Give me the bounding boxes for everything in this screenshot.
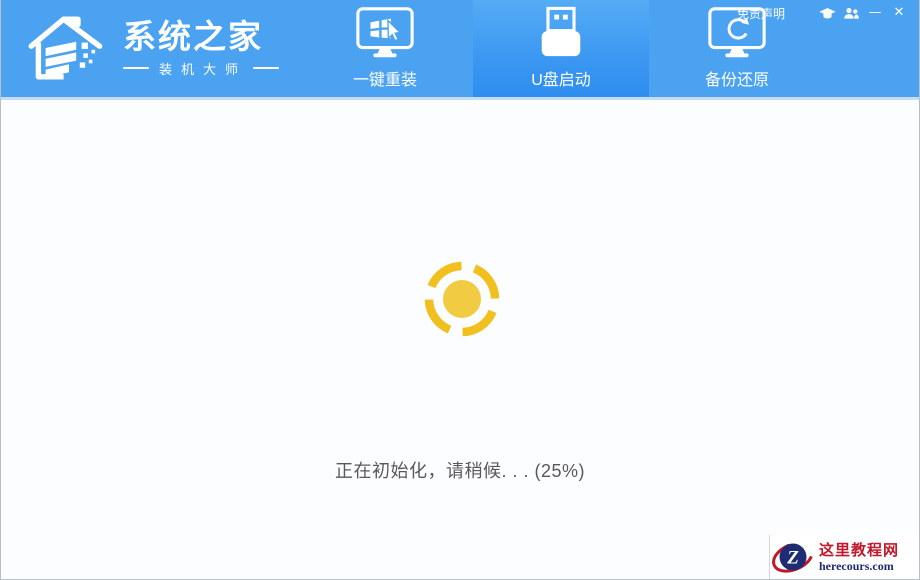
logo-title: 系统之家 <box>123 19 279 55</box>
house-logo-icon <box>23 12 115 84</box>
monitor-reinstall-icon <box>354 2 416 64</box>
logo-subtitle: 装机大师 <box>159 59 247 78</box>
watermark-z-logo: Z <box>771 536 817 578</box>
watermark-site-url: herecours.com <box>819 559 899 573</box>
window-controls: 免责声明 — ✕ <box>737 4 909 22</box>
app-logo: 系统之家 装机大师 <box>23 12 279 84</box>
minimize-button[interactable]: — <box>865 4 885 22</box>
subtitle-dash-right <box>253 67 279 69</box>
svg-text:Z: Z <box>786 548 799 569</box>
tab-label: 一键重装 <box>353 66 417 90</box>
watermark-badge: Z 这里教程网 herecours.com <box>769 535 919 579</box>
usb-drive-icon <box>534 2 588 64</box>
users-icon[interactable] <box>841 4 861 22</box>
watermark-text: 这里教程网 herecours.com <box>819 542 899 573</box>
subtitle-dash-left <box>123 67 149 69</box>
feedback-cap-icon[interactable] <box>817 4 837 22</box>
tab-label: 备份还原 <box>705 66 769 90</box>
app-window: 系统之家 装机大师 <box>0 0 920 580</box>
tab-usb-boot[interactable]: U盘启动 <box>473 0 649 97</box>
loading-spinner-icon <box>421 258 503 340</box>
main-panel: 正在初始化，请稍候. . . (25%) Z 这里教程网 herecours.c… <box>1 100 919 579</box>
watermark-site-name: 这里教程网 <box>819 542 899 559</box>
tab-label: U盘启动 <box>531 66 591 90</box>
logo-text: 系统之家 装机大师 <box>123 19 279 78</box>
header-bar: 系统之家 装机大师 <box>1 0 919 100</box>
close-button[interactable]: ✕ <box>889 4 909 22</box>
disclaimer-link[interactable]: 免责声明 <box>737 5 785 22</box>
tab-one-key-reinstall[interactable]: 一键重装 <box>297 0 473 97</box>
status-text: 正在初始化，请稍候. . . (25%) <box>1 457 919 483</box>
